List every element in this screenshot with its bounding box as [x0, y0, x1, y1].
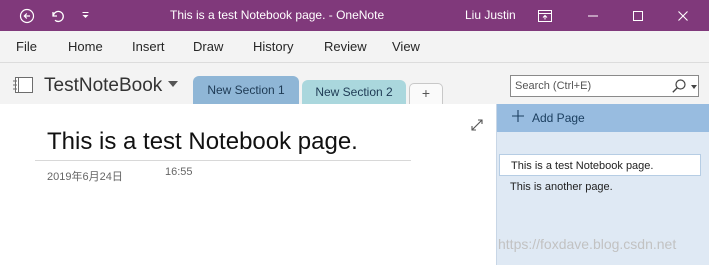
search-icon[interactable] — [671, 78, 687, 94]
tab-file[interactable]: File — [16, 31, 37, 63]
chevron-down-icon[interactable] — [168, 81, 178, 87]
user-name[interactable]: Liu Justin — [465, 0, 516, 31]
tab-draw[interactable]: Draw — [193, 31, 223, 63]
page-date: 2019年6月24日 — [47, 171, 123, 183]
add-section-button[interactable]: + — [409, 83, 443, 104]
tab-insert[interactable]: Insert — [132, 31, 165, 63]
expand-icon[interactable] — [470, 118, 484, 132]
undo-icon[interactable] — [44, 0, 70, 31]
search-box[interactable]: Search (Ctrl+E) — [510, 75, 699, 97]
title-divider — [35, 160, 411, 161]
notebook-icon — [12, 76, 34, 94]
tab-home[interactable]: Home — [68, 31, 103, 63]
page-canvas[interactable]: This is a test Notebook page. 2019年6月24日… — [0, 104, 496, 265]
page-title[interactable]: This is a test Notebook page. — [47, 128, 358, 156]
search-scope-dropdown-icon[interactable] — [691, 85, 697, 89]
back-icon[interactable] — [14, 0, 40, 31]
ribbon-display-options-icon[interactable] — [532, 0, 558, 31]
minimize-icon[interactable] — [580, 0, 606, 31]
maximize-icon[interactable] — [625, 0, 651, 31]
page-list-item[interactable]: This is another page. — [499, 176, 701, 198]
ribbon-tabs: File Home Insert Draw History Review Vie… — [0, 31, 709, 63]
search-input[interactable]: Search (Ctrl+E) — [515, 76, 591, 96]
tab-history[interactable]: History — [253, 31, 293, 63]
quick-access-dropdown-icon[interactable] — [76, 0, 94, 31]
tab-review[interactable]: Review — [324, 31, 367, 63]
watermark: https://foxdave.blog.csdn.net — [498, 236, 677, 252]
section-tab-new-section-1[interactable]: New Section 1 — [193, 76, 299, 104]
window-title: This is a test Notebook page. - OneNote — [170, 8, 385, 22]
title-bar: This is a test Notebook page. - OneNote … — [0, 0, 709, 31]
page-list-item[interactable]: This is a test Notebook page. — [499, 154, 701, 176]
notebook-bar: TestNoteBook New Section 1 New Section 2… — [0, 63, 709, 104]
notebook-name[interactable]: TestNoteBook — [44, 75, 162, 97]
close-icon[interactable] — [670, 0, 696, 31]
add-page-label: Add Page — [532, 111, 585, 125]
section-tab-new-section-2[interactable]: New Section 2 — [302, 80, 406, 104]
plus-icon — [511, 109, 525, 123]
page-time: 16:55 — [165, 166, 193, 178]
tab-view[interactable]: View — [392, 31, 420, 63]
add-page-button[interactable]: Add Page — [497, 104, 709, 132]
